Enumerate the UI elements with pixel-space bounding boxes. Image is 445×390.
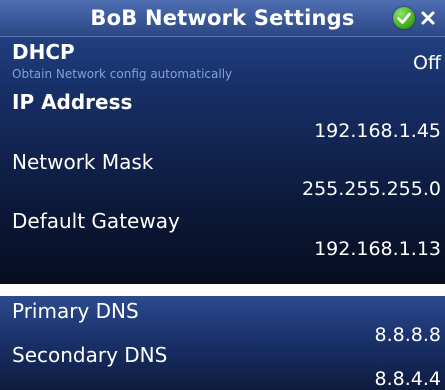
network-mask-label: Network Mask [12, 150, 154, 174]
dns-settings-panel: Primary DNS 8.8.8.8 Secondary DNS 8.8.4.… [0, 296, 445, 390]
close-icon [421, 11, 435, 25]
default-gateway-value[interactable]: 192.168.1.13 [314, 238, 441, 260]
window-title: BoB Network Settings [90, 6, 355, 30]
network-mask-value[interactable]: 255.255.255.0 [302, 178, 441, 200]
primary-dns-label: Primary DNS [12, 299, 139, 323]
settings-panel: BoB Network Settings DHCP Off Obtain Net… [0, 0, 445, 284]
primary-dns-value[interactable]: 8.8.8.8 [375, 324, 441, 346]
secondary-dns-label: Secondary DNS [12, 343, 168, 367]
dhcp-description: Obtain Network config automatically [12, 67, 233, 81]
secondary-dns-value[interactable]: 8.8.4.4 [375, 368, 441, 390]
dhcp-value[interactable]: Off [413, 52, 441, 74]
default-gateway-label: Default Gateway [12, 209, 180, 233]
confirm-button[interactable] [393, 7, 415, 29]
title-bar: BoB Network Settings [0, 0, 445, 37]
dhcp-label: DHCP [12, 40, 75, 64]
close-button[interactable] [418, 8, 438, 28]
checkmark-icon [397, 12, 411, 24]
ip-address-label: IP Address [12, 90, 133, 114]
ip-address-value[interactable]: 192.168.1.45 [314, 120, 441, 142]
